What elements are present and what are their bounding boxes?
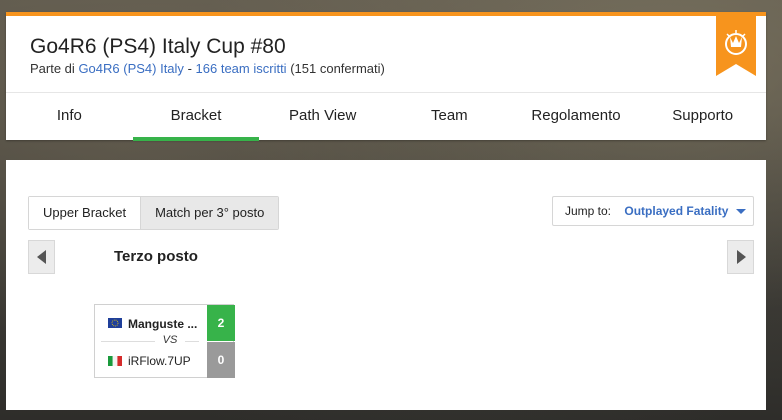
- caret-down-icon: [735, 209, 746, 215]
- tab-path-view[interactable]: Path View: [259, 93, 386, 140]
- team-row-2: iRFlow.7UP 0: [95, 342, 235, 378]
- confirmed-count: (151 confermati): [290, 61, 385, 76]
- third-place-button[interactable]: Match per 3° posto: [140, 197, 279, 229]
- match-card[interactable]: Manguste ... 2 VS iRFlow.7UP 0: [94, 304, 235, 378]
- upper-bracket-button[interactable]: Upper Bracket: [29, 197, 141, 229]
- tournament-subtitle: Parte di Go4R6 (PS4) Italy - 166 team is…: [30, 61, 385, 76]
- bracket-segment-control: Upper Bracket Match per 3° posto: [28, 196, 280, 230]
- team-2-name: iRFlow.7UP: [128, 354, 191, 368]
- subtitle-separator: -: [187, 61, 192, 76]
- team-1-name: Manguste ...: [128, 317, 198, 331]
- page-title: Go4R6 (PS4) Italy Cup #80: [30, 35, 286, 58]
- italy-flag-icon: [108, 356, 122, 366]
- team-1-score: 2: [207, 305, 235, 341]
- round-title: Terzo posto: [114, 248, 198, 265]
- jump-to-select[interactable]: Jump to: Outplayed Fatality: [552, 196, 754, 226]
- jump-to-value: Outplayed Fatality: [624, 204, 729, 218]
- team-2-score: 0: [207, 342, 235, 378]
- scroll-left-button[interactable]: [28, 240, 55, 274]
- league-link[interactable]: Go4R6 (PS4) Italy: [78, 61, 184, 76]
- tournament-tabs: Info Bracket Path View Team Regolamento …: [6, 92, 766, 141]
- arrow-right-icon: [736, 250, 746, 264]
- scroll-right-button[interactable]: [727, 240, 754, 274]
- tab-info[interactable]: Info: [6, 93, 133, 140]
- tournament-header: Go4R6 (PS4) Italy Cup #80 Parte di Go4R6…: [6, 12, 766, 141]
- eu-flag-icon: [108, 318, 122, 328]
- tab-bracket[interactable]: Bracket: [132, 93, 260, 141]
- tab-team[interactable]: Team: [386, 93, 513, 140]
- jump-to-label: Jump to:: [565, 204, 612, 218]
- tab-regolamento[interactable]: Regolamento: [513, 93, 640, 140]
- bracket-panel: Upper Bracket Match per 3° posto Jump to…: [6, 160, 766, 410]
- teams-link[interactable]: 166 team iscritti: [196, 61, 287, 76]
- subtitle-prefix: Parte di: [30, 61, 75, 76]
- trophy-ribbon-icon: [716, 12, 756, 76]
- tab-supporto[interactable]: Supporto: [639, 93, 766, 140]
- arrow-left-icon: [36, 250, 46, 264]
